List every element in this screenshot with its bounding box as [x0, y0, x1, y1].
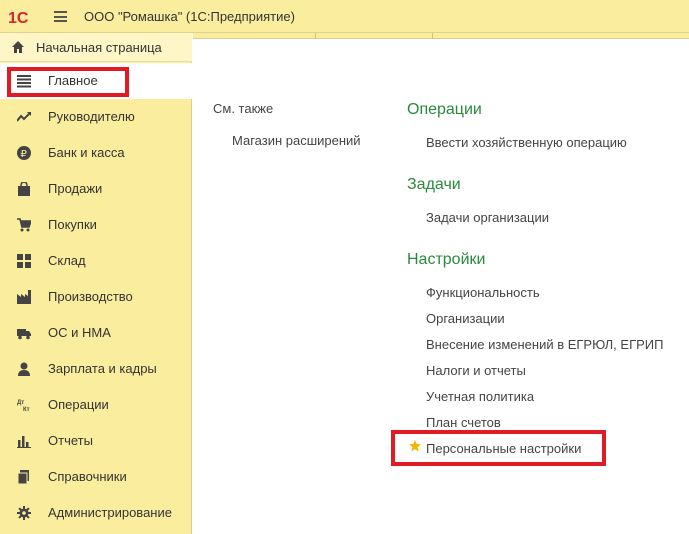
- star-icon[interactable]: [409, 440, 421, 452]
- svg-text:Кт: Кт: [23, 407, 30, 412]
- sidebar: Начальная страница Главное Руководителю …: [0, 33, 192, 534]
- sidebar-item-administration[interactable]: Администрирование: [0, 495, 192, 531]
- link-enter-operation[interactable]: Ввести хозяйственную операцию: [426, 135, 627, 150]
- 1c-logo-icon[interactable]: 1С: [8, 8, 42, 26]
- trend-icon: [17, 112, 31, 122]
- link-organizations[interactable]: Организации: [426, 311, 505, 326]
- sidebar-item-label: Справочники: [48, 469, 127, 484]
- section-title-settings: Настройки: [407, 251, 486, 268]
- list-icon: [17, 75, 31, 88]
- tab-divider: [315, 33, 316, 39]
- sidebar-item-bank[interactable]: ₽ Банк и касса: [0, 135, 192, 171]
- section-title-operations: Операции: [407, 101, 482, 118]
- sidebar-item-warehouse[interactable]: Склад: [0, 243, 192, 279]
- sidebar-item-fixed-assets[interactable]: ОС и НМА: [0, 315, 192, 351]
- warehouse-icon: [17, 254, 31, 268]
- sidebar-item-production[interactable]: Производство: [0, 279, 192, 315]
- sidebar-item-salary[interactable]: Зарплата и кадры: [0, 351, 192, 387]
- link-functionality[interactable]: Функциональность: [426, 285, 540, 300]
- sidebar-item-operations[interactable]: Дт Кт Операции: [0, 387, 192, 423]
- sidebar-item-main[interactable]: Главное: [0, 63, 192, 99]
- sidebar-item-label: Склад: [48, 253, 86, 268]
- link-personal-settings[interactable]: Персональные настройки: [426, 441, 581, 456]
- sidebar-item-label: Покупки: [48, 217, 97, 232]
- person-icon: [18, 362, 30, 376]
- sidebar-item-reports[interactable]: Отчеты: [0, 423, 192, 459]
- link-chart-of-accounts[interactable]: План счетов: [426, 415, 501, 430]
- shopping-bag-icon: [18, 182, 30, 196]
- truck-icon: [17, 329, 31, 340]
- link-taxes-reports[interactable]: Налоги и отчеты: [426, 363, 526, 378]
- sidebar-item-manager[interactable]: Руководителю: [0, 99, 192, 135]
- sidebar-item-label: Отчеты: [48, 433, 93, 448]
- sidebar-item-label: Главное: [48, 73, 98, 88]
- sidebar-item-label: Операции: [48, 397, 109, 412]
- svg-text:1С: 1С: [8, 10, 29, 26]
- gear-icon: [17, 506, 31, 520]
- title-bar: 1С ООО "Ромашка" (1С:Предприятие): [0, 0, 689, 33]
- sidebar-item-label: Руководителю: [48, 109, 135, 124]
- see-also-label: См. также: [213, 101, 274, 116]
- link-accounting-policy[interactable]: Учетная политика: [426, 389, 534, 404]
- content-panel: См. также Магазин расширений Операции Вв…: [193, 40, 689, 534]
- sidebar-home[interactable]: Начальная страница: [0, 33, 192, 62]
- svg-text:₽: ₽: [21, 149, 28, 160]
- books-icon: [17, 470, 29, 484]
- tab-divider: [432, 33, 433, 39]
- link-extensions-store[interactable]: Магазин расширений: [232, 133, 361, 148]
- debit-credit-icon: Дт Кт: [17, 400, 30, 412]
- svg-text:Дт: Дт: [17, 400, 24, 406]
- cart-icon: [17, 218, 31, 232]
- main-menu-icon[interactable]: [54, 11, 67, 22]
- factory-icon: [17, 290, 31, 304]
- sidebar-item-label: Администрирование: [48, 505, 172, 520]
- home-icon: [12, 41, 24, 53]
- sidebar-item-label: Зарплата и кадры: [48, 361, 157, 376]
- sidebar-item-label: Банк и касса: [48, 145, 125, 160]
- sidebar-item-sales[interactable]: Продажи: [0, 171, 192, 207]
- tab-strip: [193, 33, 689, 39]
- bar-chart-icon: [17, 436, 31, 448]
- sidebar-item-label: Продажи: [48, 181, 103, 196]
- ruble-icon: ₽: [17, 146, 31, 160]
- sidebar-item-directories[interactable]: Справочники: [0, 459, 192, 495]
- sidebar-item-label: ОС и НМА: [48, 325, 111, 340]
- section-title-tasks: Задачи: [407, 176, 461, 193]
- sidebar-item-purchases[interactable]: Покупки: [0, 207, 192, 243]
- app-title: ООО "Ромашка" (1С:Предприятие): [84, 9, 295, 24]
- link-egrul-changes[interactable]: Внесение изменений в ЕГРЮЛ, ЕГРИП: [426, 337, 663, 352]
- sidebar-home-label: Начальная страница: [36, 40, 162, 55]
- sidebar-item-label: Производство: [48, 289, 133, 304]
- link-org-tasks[interactable]: Задачи организации: [426, 210, 549, 225]
